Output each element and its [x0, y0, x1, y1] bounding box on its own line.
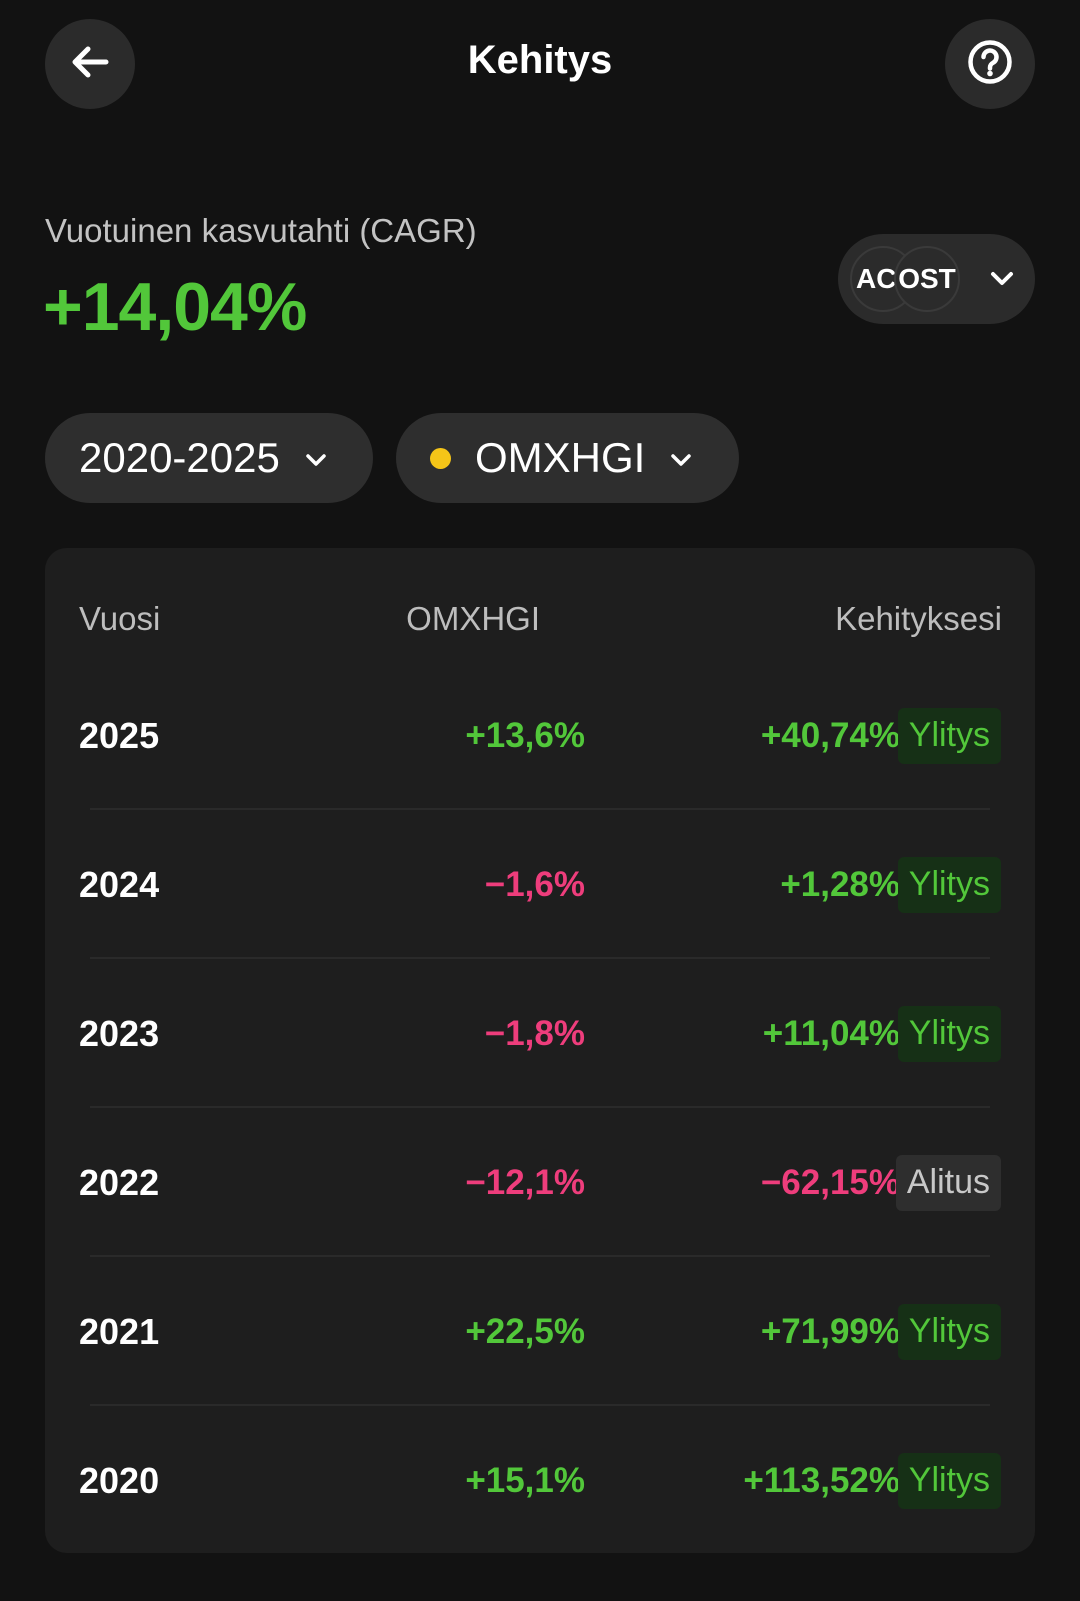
period-value: 2020-2025: [79, 434, 280, 481]
table-row: 2024 −1,6% +1,28% Ylitys: [45, 810, 1035, 959]
chevron-down-icon: [304, 434, 328, 482]
index-color-dot: [430, 447, 451, 469]
table-row: 2020 +15,1% +113,52% Ylitys: [45, 1406, 1035, 1555]
status-badge: Ylitys: [897, 1303, 1001, 1360]
row-my-return: +1,28%: [780, 864, 900, 904]
row-index-return: −1,6%: [484, 864, 585, 904]
help-button[interactable]: [945, 19, 1035, 109]
row-my-return: +11,04%: [762, 1013, 900, 1053]
row-year: 2025: [79, 714, 160, 756]
table-row: 2021 +22,5% +71,99% Ylitys: [45, 1257, 1035, 1406]
page: Kehitys Vuotuinen kasvutahti (CAGR) +14,…: [0, 0, 1080, 1601]
cagr-label: Vuotuinen kasvutahti (CAGR): [45, 212, 477, 249]
cagr-value: +14,04%: [43, 269, 307, 345]
column-header-year: Vuosi: [79, 600, 161, 637]
period-dropdown[interactable]: 2020-2025: [45, 413, 373, 503]
status-badge: Ylitys: [897, 856, 1001, 913]
status-badge: Ylitys: [897, 1452, 1001, 1509]
row-my-return: +113,52%: [743, 1460, 900, 1500]
row-year: 2024: [79, 863, 160, 905]
row-index-return: +22,5%: [465, 1311, 585, 1351]
account-avatar-second: OST: [894, 246, 960, 312]
row-index-return: −1,8%: [484, 1013, 585, 1053]
status-badge: Ylitys: [897, 1005, 1001, 1062]
row-index-return: +15,1%: [465, 1460, 585, 1500]
row-year: 2022: [79, 1161, 160, 1203]
table-row: 2022 −12,1% −62,15% Alitus: [45, 1108, 1035, 1257]
status-badge: Ylitys: [897, 707, 1001, 764]
account-selector[interactable]: AC OST: [838, 234, 1035, 324]
row-my-return: +71,99%: [760, 1311, 900, 1351]
table-row: 2025 +13,6% +40,74% Ylitys: [45, 661, 1035, 810]
status-badge: Alitus: [895, 1154, 1001, 1211]
table-row: 2023 −1,8% +11,04% Ylitys: [45, 959, 1035, 1108]
row-year: 2020: [79, 1459, 160, 1501]
chevron-down-icon: [988, 264, 1016, 297]
row-year: 2021: [79, 1310, 160, 1352]
column-header-mine: Kehityksesi: [835, 600, 1002, 637]
index-value: OMXHGI: [475, 434, 646, 481]
row-my-return: +40,74%: [760, 715, 900, 755]
row-index-return: +13,6%: [465, 715, 585, 755]
column-header-index: OMXHGI: [406, 600, 540, 637]
chevron-down-icon: [669, 434, 693, 482]
page-title: Kehitys: [467, 38, 613, 82]
row-my-return: −62,15%: [760, 1162, 900, 1202]
help-icon: [966, 38, 1014, 91]
row-year: 2023: [79, 1012, 160, 1054]
index-dropdown[interactable]: OMXHGI: [396, 413, 739, 503]
row-index-return: −12,1%: [465, 1162, 585, 1202]
